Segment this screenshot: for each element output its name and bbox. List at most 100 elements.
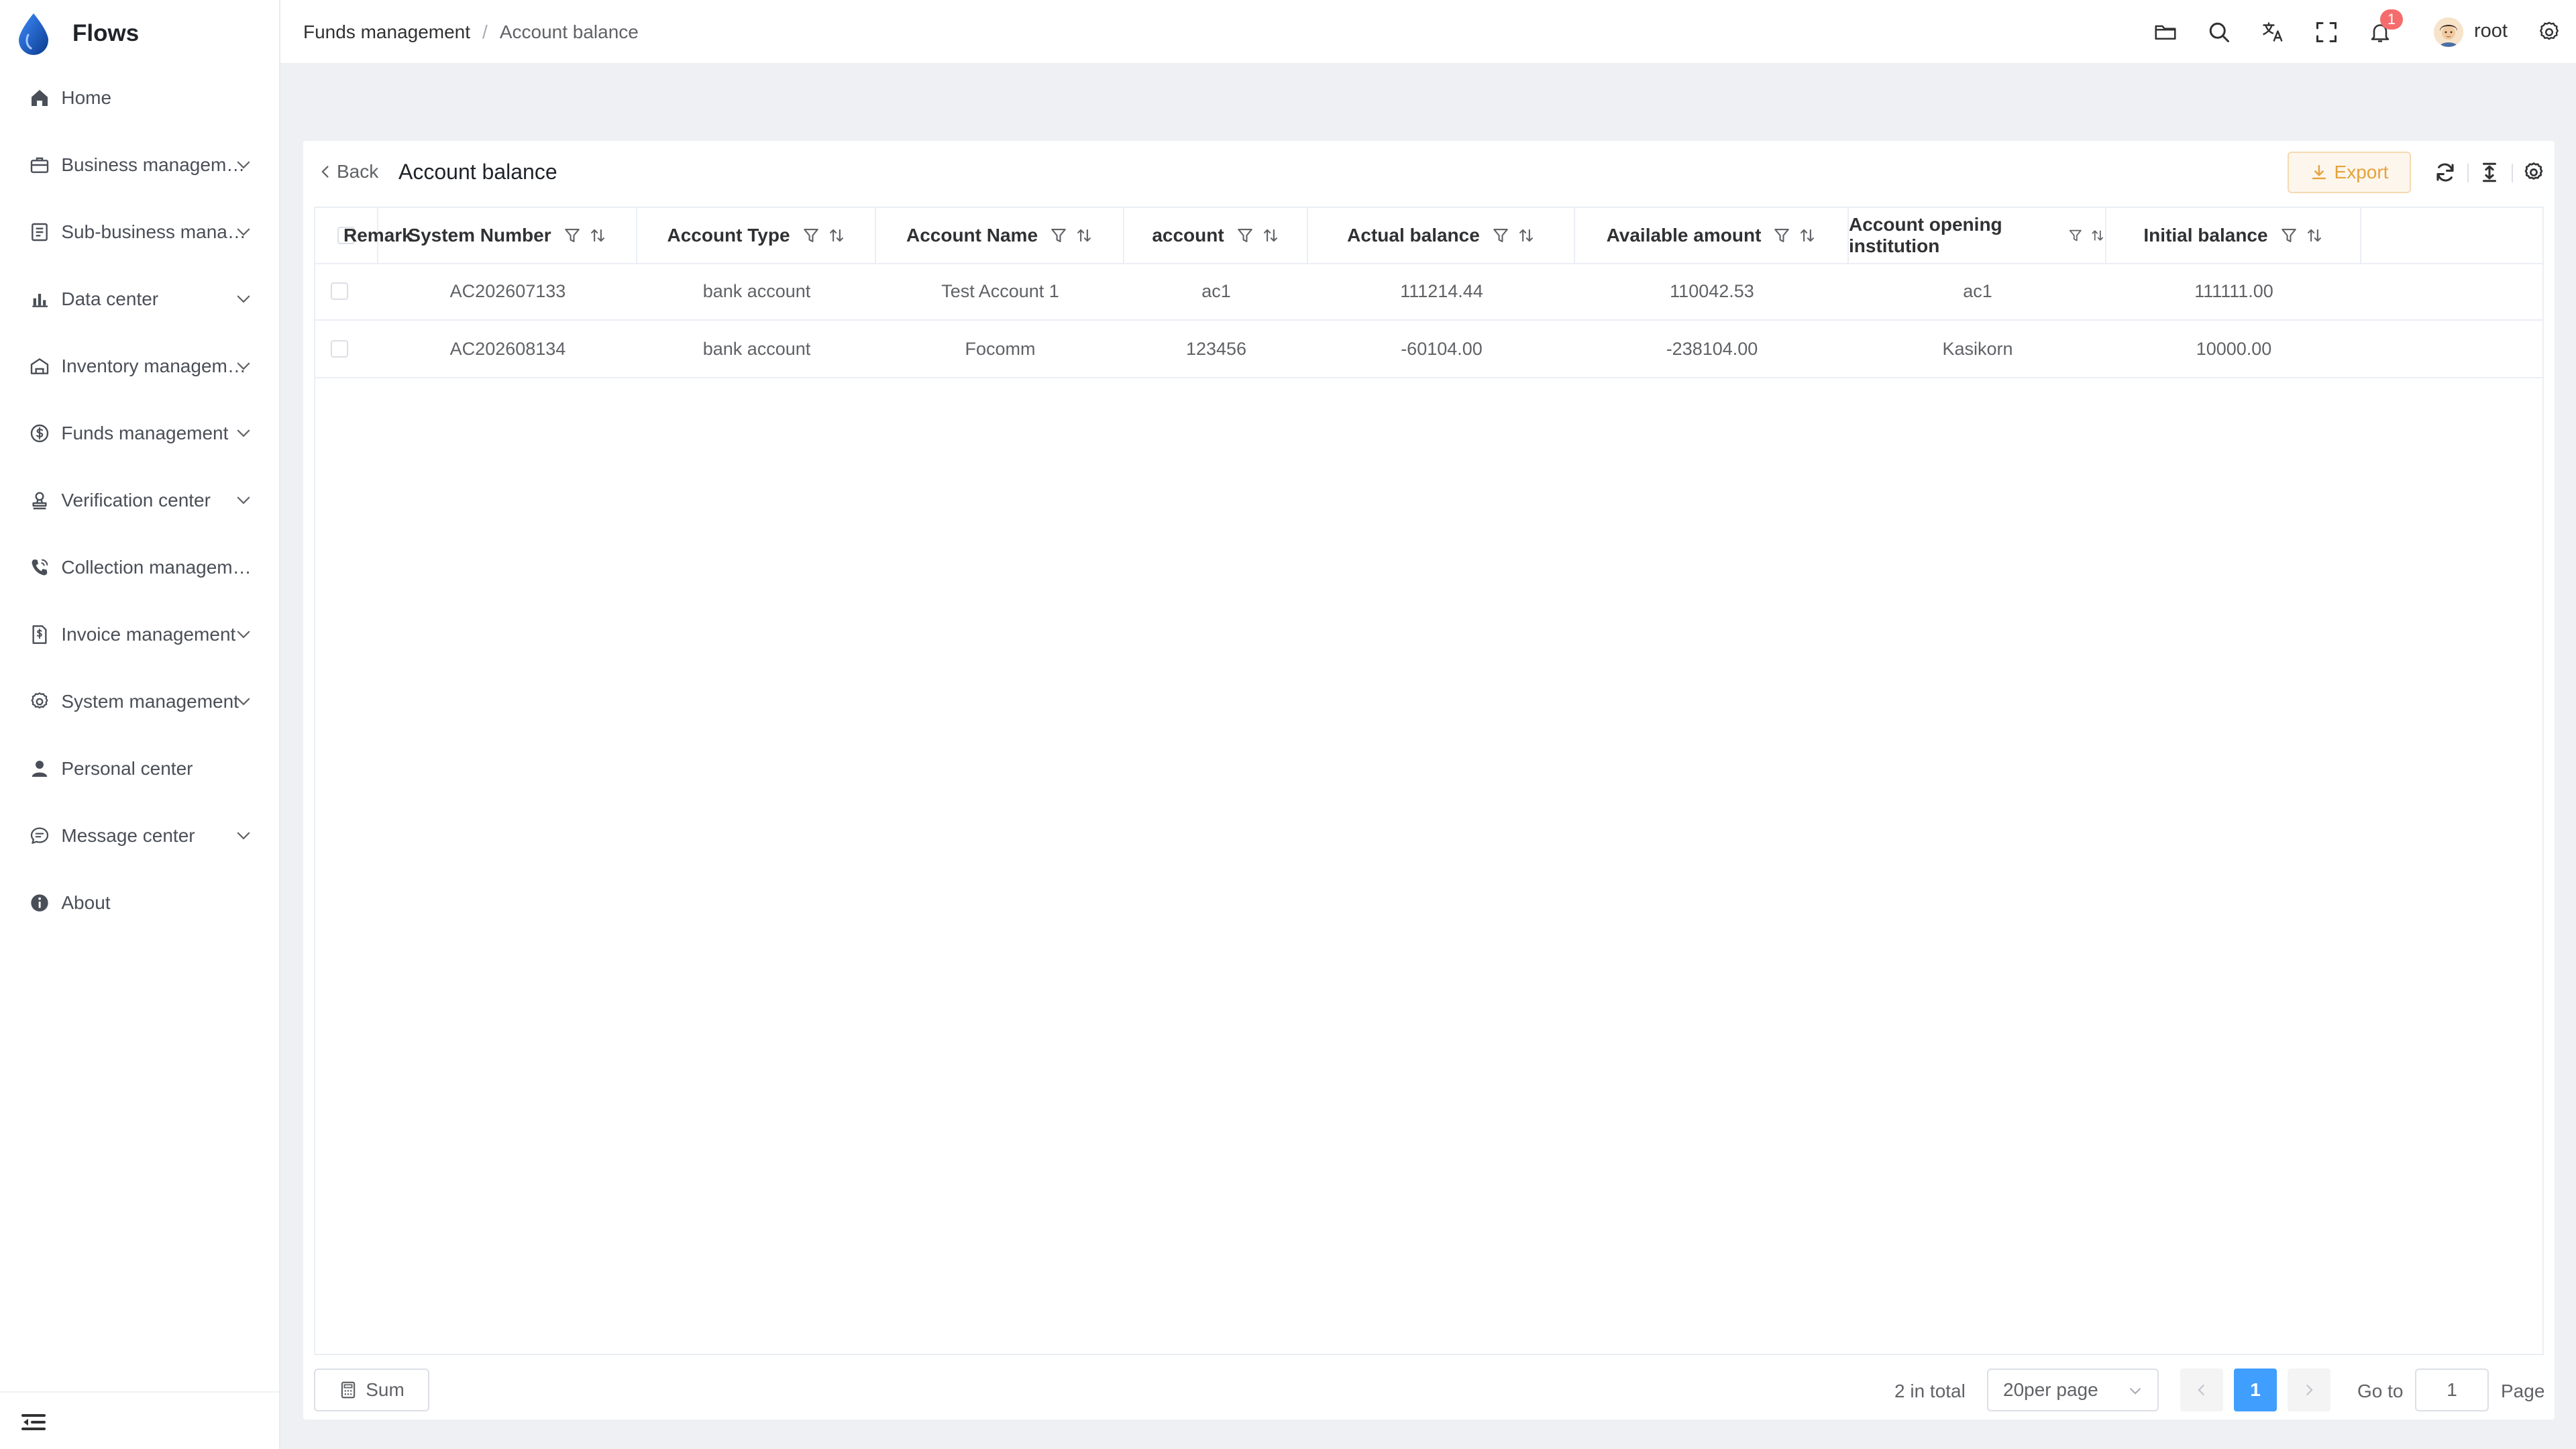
column-header[interactable]: Account opening institution [1849, 208, 2106, 263]
sort-icon[interactable] [1517, 227, 1535, 244]
row-select-cell [315, 263, 364, 319]
filter-icon[interactable] [802, 227, 820, 244]
sort-icon[interactable] [1262, 227, 1279, 244]
breadcrumb-item-funds[interactable]: Funds management [303, 21, 470, 43]
column-header[interactable]: Available amount [1575, 208, 1849, 263]
sidebar-item-data-center[interactable]: Data center [0, 266, 279, 333]
page-size-select[interactable]: 20per page [1987, 1368, 2159, 1411]
row-checkbox[interactable] [331, 282, 348, 300]
warehouse-icon [28, 355, 50, 378]
sidebar-item-verification-center[interactable]: Verification center [0, 467, 279, 534]
refresh-icon[interactable] [2434, 161, 2457, 184]
briefcase-icon [28, 154, 50, 176]
table-header: System Number Account Type Account Name acc… [315, 208, 2542, 264]
row-height-icon[interactable] [2478, 161, 2501, 184]
column-header-label: account [1152, 225, 1224, 246]
avatar[interactable] [2434, 17, 2463, 47]
table-cell: Test Account 1 [941, 280, 1059, 301]
sidebar-item-personal-center[interactable]: Personal center [0, 735, 279, 802]
table-cell: ac1 [1963, 280, 1992, 301]
column-header-label: Remark [343, 225, 413, 246]
sort-icon[interactable] [589, 227, 606, 244]
breadcrumb: Funds management / Account balance [303, 21, 639, 43]
sidebar-item-home[interactable]: Home [0, 64, 279, 131]
sidebar-item-business-management[interactable]: Business management [0, 131, 279, 199]
sidebar-item-label: Collection management [61, 557, 252, 578]
chevron-down-icon [237, 362, 250, 370]
folder-icon[interactable] [2152, 19, 2179, 46]
sidebar-item-about[interactable]: About [0, 869, 279, 936]
account-balance-table: System Number Account Type Account Name acc… [314, 207, 2544, 1355]
sidebar-item-sub-business-management[interactable]: Sub-business management [0, 199, 279, 266]
filter-icon[interactable] [1236, 227, 1254, 244]
column-header[interactable]: account [1124, 208, 1308, 263]
table-row[interactable]: AC202607133 bank account Test Account 1 ac1… [315, 263, 2542, 321]
column-settings-icon[interactable] [2522, 161, 2545, 184]
dollar-circle-icon [28, 422, 50, 445]
column-header-label: Account opening institution [1849, 214, 2002, 256]
username[interactable]: root [2474, 20, 2508, 42]
table-cell: AC202608134 [449, 338, 566, 359]
sidebar-item-label: Funds management [61, 423, 229, 443]
chevron-down-icon [237, 496, 250, 504]
chevron-down-icon [237, 228, 250, 236]
filter-icon[interactable] [2068, 227, 2083, 244]
sidebar-item-message-center[interactable]: Message center [0, 802, 279, 869]
page-number-current[interactable]: 1 [2234, 1368, 2277, 1411]
chevron-right-icon [2306, 1385, 2313, 1395]
sidebar-item-label: Personal center [61, 758, 193, 779]
row-checkbox[interactable] [331, 340, 348, 358]
sidebar-item-inventory-management[interactable]: Inventory management [0, 333, 279, 400]
table-cell: bank account [702, 338, 811, 359]
column-header-label: System Number [408, 225, 551, 246]
column-header[interactable]: Account Name [876, 208, 1124, 263]
sort-icon[interactable] [1799, 227, 1816, 244]
column-header[interactable]: Initial balance [2106, 208, 2361, 263]
table-cell: Focomm [965, 338, 1036, 359]
sort-icon[interactable] [2306, 227, 2323, 244]
sidebar-item-funds-management[interactable]: Funds management [0, 400, 279, 467]
collapse-sidebar-icon[interactable] [20, 1409, 47, 1436]
download-icon [2312, 165, 2326, 180]
sidebar: Flows Home Business management Sub-busines… [0, 0, 280, 1449]
sort-icon[interactable] [828, 227, 845, 244]
column-header[interactable]: Account Type [637, 208, 876, 263]
table-cell: 10000.00 [2196, 338, 2272, 359]
sort-icon[interactable] [1075, 227, 1093, 244]
column-header-label: Initial balance [2143, 225, 2268, 246]
app-logo[interactable]: Flows [16, 12, 139, 55]
row-select-cell [315, 321, 364, 377]
column-header[interactable]: Actual balance [1308, 208, 1575, 263]
sidebar-item-label: Business management [61, 154, 252, 175]
next-page-button[interactable] [2288, 1368, 2330, 1411]
goto-label: Go to [2357, 1381, 2404, 1401]
goto-page-input[interactable] [2415, 1368, 2489, 1411]
filter-icon[interactable] [1050, 227, 1067, 244]
prev-page-button[interactable] [2180, 1368, 2223, 1411]
back-label: Back [337, 161, 379, 182]
translate-icon[interactable] [2259, 19, 2286, 46]
sidebar-item-system-management[interactable]: System management [0, 668, 279, 735]
column-header[interactable]: System Number [378, 208, 637, 263]
export-button[interactable]: Export [2288, 152, 2411, 193]
gear-icon[interactable] [2536, 19, 2563, 46]
sum-button[interactable]: Sum [314, 1368, 429, 1411]
filter-icon[interactable] [2280, 227, 2298, 244]
column-header[interactable]: Remark [315, 208, 413, 263]
back-button[interactable]: Back [318, 161, 378, 182]
sidebar-item-collection-management[interactable]: Collection management [0, 534, 279, 601]
table-row[interactable]: AC202608134 bank account Focomm 123456 -6010… [315, 321, 2542, 378]
filter-icon[interactable] [1492, 227, 1509, 244]
sort-icon[interactable] [2090, 227, 2105, 244]
fullscreen-icon[interactable] [2313, 19, 2340, 46]
info-icon [28, 892, 50, 914]
sidebar-item-invoice-management[interactable]: Invoice management [0, 601, 279, 668]
table-cell: AC202607133 [449, 280, 566, 301]
search-icon[interactable] [2206, 19, 2233, 46]
table-cell: Kasikorn [1942, 338, 2013, 359]
column-header-label: Available amount [1606, 225, 1762, 246]
phone-icon [28, 556, 50, 579]
page-label: Page [2501, 1381, 2545, 1401]
filter-icon[interactable] [1773, 227, 1790, 244]
filter-icon[interactable] [564, 227, 581, 244]
